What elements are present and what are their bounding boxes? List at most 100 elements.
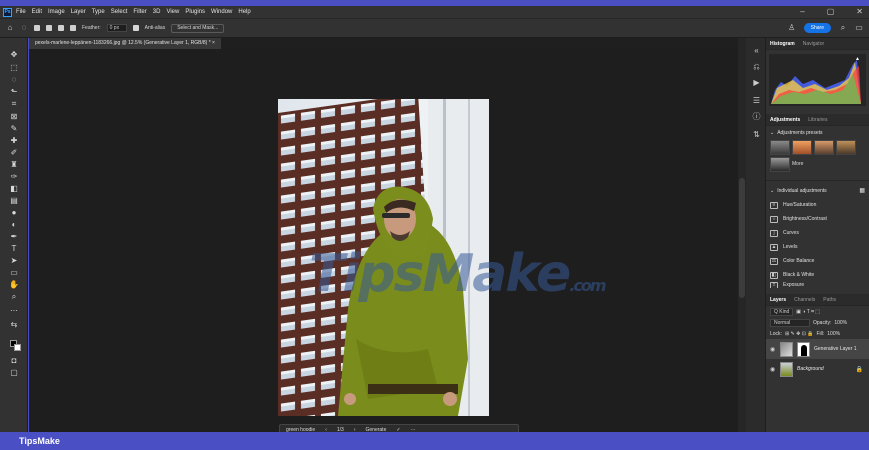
path-selection-tool-icon[interactable]: ➤ <box>8 256 20 265</box>
preset-thumbnail[interactable] <box>836 140 856 155</box>
shape-tool-icon[interactable]: ▭ <box>8 268 20 277</box>
home-icon[interactable]: ⌂ <box>6 24 14 32</box>
select-and-mask-button[interactable]: Select and Mask... <box>171 23 225 33</box>
preset-thumbnail[interactable] <box>770 157 790 172</box>
properties-icon[interactable]: ☰ <box>752 96 761 105</box>
opacity-value[interactable]: 100% <box>834 320 847 326</box>
grid-view-icon[interactable]: ▦ <box>859 187 865 194</box>
brush-tool-icon[interactable]: ✐ <box>8 148 20 157</box>
history-icon[interactable]: ⎌ <box>752 62 761 71</box>
blur-tool-icon[interactable]: ● <box>8 208 20 217</box>
lasso-tool-icon[interactable]: ◌ <box>20 24 28 32</box>
tab-histogram[interactable]: Histogram <box>770 41 795 47</box>
subtract-selection-icon[interactable] <box>58 25 64 31</box>
crop-tool-icon[interactable]: ⌗ <box>8 99 20 108</box>
maximize-button[interactable]: ▢ <box>827 6 835 18</box>
menu-layer[interactable]: Layer <box>71 9 86 15</box>
adjustment-levels[interactable]: ▲ Levels <box>770 240 869 254</box>
individual-adjustments-header[interactable]: ⌄ Individual adjustments ▦ <box>766 180 869 198</box>
menu-file[interactable]: File <box>16 9 26 15</box>
tab-channels[interactable]: Channels <box>794 297 815 303</box>
adjustment-brightness-contrast[interactable]: ☼ Brightness/Contrast <box>770 212 869 226</box>
minimize-button[interactable]: – <box>800 6 804 18</box>
play-icon[interactable]: ▶ <box>752 78 761 87</box>
layer-background[interactable]: ◉ Background 🔒 <box>766 359 869 379</box>
document-tab[interactable]: pexels-marlene-leppänen-1183266.jpg @ 12… <box>29 38 221 49</box>
preset-thumbnail[interactable] <box>770 140 790 155</box>
menu-plugins[interactable]: Plugins <box>185 9 205 15</box>
more-tools-icon[interactable]: ⋯ <box>8 306 20 315</box>
menu-help[interactable]: Help <box>238 9 250 15</box>
adjust-icon[interactable]: ⇅ <box>752 130 761 139</box>
filter-icons[interactable]: ▣ ◑ T ⌗ ⬚ <box>796 309 820 315</box>
add-selection-icon[interactable] <box>46 25 52 31</box>
pen-tool-icon[interactable]: ✒ <box>8 232 20 241</box>
color-swatches[interactable] <box>10 340 21 351</box>
fill-value[interactable]: 100% <box>827 331 840 337</box>
lock-icons[interactable]: ⊞ ✎ ✥ ⊡ 🔒 <box>785 331 814 337</box>
eye-icon[interactable]: ◉ <box>770 366 776 373</box>
swap-colors-icon[interactable]: ⇆ <box>8 320 20 329</box>
adjustment-color-balance[interactable]: ⚖ Color Balance <box>770 254 869 268</box>
tab-libraries[interactable]: Libraries <box>808 117 827 123</box>
info-icon[interactable]: ⓘ <box>752 112 761 121</box>
menu-view[interactable]: View <box>166 9 179 15</box>
adjustment-exposure[interactable]: ± Exposure <box>770 282 869 288</box>
share-button[interactable]: Share <box>803 23 831 33</box>
move-tool-icon[interactable]: ✥ <box>8 50 20 59</box>
tab-navigator[interactable]: Navigator <box>803 41 824 47</box>
menu-3d[interactable]: 3D <box>153 9 161 15</box>
vertical-scrollbar[interactable] <box>738 38 746 432</box>
hand-tool-icon[interactable]: ✋ <box>8 280 20 289</box>
canvas-area[interactable]: TipsMake.com green hoodie ‹ 1/3 › Genera… <box>29 49 738 436</box>
adjustment-hue-saturation[interactable]: ≡ Hue/Saturation <box>770 198 869 212</box>
presets-more-link[interactable]: More <box>792 157 803 172</box>
adjustment-black-white[interactable]: ◧ Black & White <box>770 268 869 282</box>
preset-thumbnail[interactable] <box>792 140 812 155</box>
menu-window[interactable]: Window <box>211 9 232 15</box>
object-selection-tool-icon[interactable]: ⬑ <box>8 87 20 96</box>
eyedropper-tool-icon[interactable]: ✎ <box>8 124 20 133</box>
presets-header[interactable]: ⌄ Adjustments presets <box>766 126 869 140</box>
menu-image[interactable]: Image <box>48 9 65 15</box>
marquee-tool-icon[interactable]: ⬚ <box>8 63 20 72</box>
adjustment-curves[interactable]: ∫ Curves <box>770 226 869 240</box>
eraser-tool-icon[interactable]: ◧ <box>8 184 20 193</box>
clone-stamp-tool-icon[interactable]: ♜ <box>8 160 20 169</box>
collapse-icon[interactable]: « <box>752 46 761 55</box>
tab-adjustments[interactable]: Adjustments <box>770 117 800 123</box>
frame-tool-icon[interactable]: ⊠ <box>8 112 20 121</box>
workspace-icon[interactable]: ▭ <box>855 24 863 32</box>
layer-kind-filter[interactable]: Q Kind <box>770 307 794 316</box>
photoshop-logo[interactable]: Ps <box>3 7 12 17</box>
menu-type[interactable]: Type <box>92 9 105 15</box>
eye-icon[interactable]: ◉ <box>770 346 776 353</box>
history-brush-tool-icon[interactable]: ✑ <box>8 172 20 181</box>
feather-input[interactable]: 0 px <box>106 24 127 32</box>
antialias-checkbox[interactable] <box>132 25 139 31</box>
close-button[interactable]: ✕ <box>856 6 863 18</box>
new-selection-icon[interactable] <box>34 25 40 31</box>
intersect-selection-icon[interactable] <box>70 25 76 31</box>
blend-mode-select[interactable]: Normal <box>770 318 810 327</box>
zoom-tool-icon[interactable]: ⌕ <box>8 292 20 301</box>
menu-edit[interactable]: Edit <box>32 9 42 15</box>
preset-thumbnail[interactable] <box>814 140 834 155</box>
lasso-tool-icon[interactable]: ◌ <box>8 75 20 84</box>
type-tool-icon[interactable]: T <box>8 244 20 253</box>
gradient-tool-icon[interactable]: ▤ <box>8 196 20 205</box>
tab-paths[interactable]: Paths <box>823 297 836 303</box>
search-icon[interactable]: ⌕ <box>839 24 847 32</box>
layer-generative-1[interactable]: ◉ Generative Layer 1 <box>766 339 869 359</box>
menu-select[interactable]: Select <box>111 9 128 15</box>
document-tab-close[interactable]: × <box>212 40 215 46</box>
tab-layers[interactable]: Layers <box>770 297 786 303</box>
healing-brush-tool-icon[interactable]: ✚ <box>8 136 20 145</box>
dodge-tool-icon[interactable]: ◐ <box>8 220 20 229</box>
screen-mode-icon[interactable]: ▢ <box>8 368 20 377</box>
background-color[interactable] <box>14 344 21 351</box>
scrollbar-thumb[interactable] <box>739 178 745 298</box>
user-icon[interactable]: ♙ <box>788 24 796 32</box>
menu-filter[interactable]: Filter <box>133 9 146 15</box>
quick-mask-icon[interactable]: ◘ <box>8 356 20 365</box>
